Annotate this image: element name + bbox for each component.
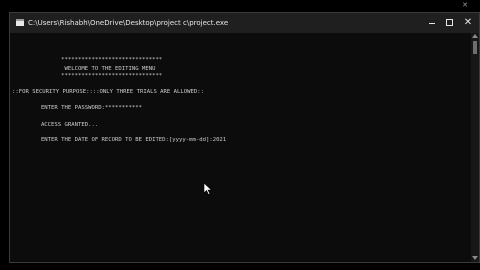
close-button[interactable]: ✕ [459, 15, 477, 31]
maximize-button[interactable] [440, 15, 458, 31]
banner-bottom-border: ****************************** [14, 73, 163, 79]
maximize-icon [446, 19, 453, 26]
scroll-down-icon[interactable] [472, 256, 478, 260]
minimize-button[interactable] [423, 15, 441, 31]
scroll-up-icon[interactable] [472, 34, 478, 38]
background-window-close-icon[interactable]: ✕ [456, 0, 474, 11]
mouse-pointer-icon [203, 183, 213, 195]
window-title: C:\Users\Rishabh\OneDrive\Desktop\projec… [28, 19, 229, 27]
banner-title: WELCOME TO THE EDITING MENU [14, 66, 156, 72]
title-bar[interactable]: C:\Users\Rishabh\OneDrive\Desktop\projec… [10, 13, 479, 33]
console-window[interactable]: C:\Users\Rishabh\OneDrive\Desktop\projec… [9, 12, 480, 263]
banner-top-border: ****************************** [14, 57, 163, 63]
password-prompt: ENTER THE PASSWORD:*********** [14, 105, 142, 111]
background-close-glyph: ✕ [462, 1, 468, 9]
scroll-thumb[interactable] [473, 41, 477, 54]
console-app-icon [16, 19, 24, 26]
desktop-screen: ✕ C:\Users\Rishabh\OneDrive\Desktop\proj… [0, 0, 480, 270]
console-output[interactable]: ****************************** WELCOME T… [10, 33, 468, 262]
minimize-icon [429, 23, 435, 24]
vertical-scrollbar[interactable] [471, 33, 479, 262]
security-notice: ::FOR SECURITY PURPOSE::::ONLY THREE TRI… [12, 89, 204, 95]
access-granted-message: ACCESS GRANTED... [14, 122, 99, 128]
date-prompt: ENTER THE DATE OF RECORD TO BE EDITED:[y… [14, 137, 227, 143]
close-icon: ✕ [463, 17, 473, 28]
